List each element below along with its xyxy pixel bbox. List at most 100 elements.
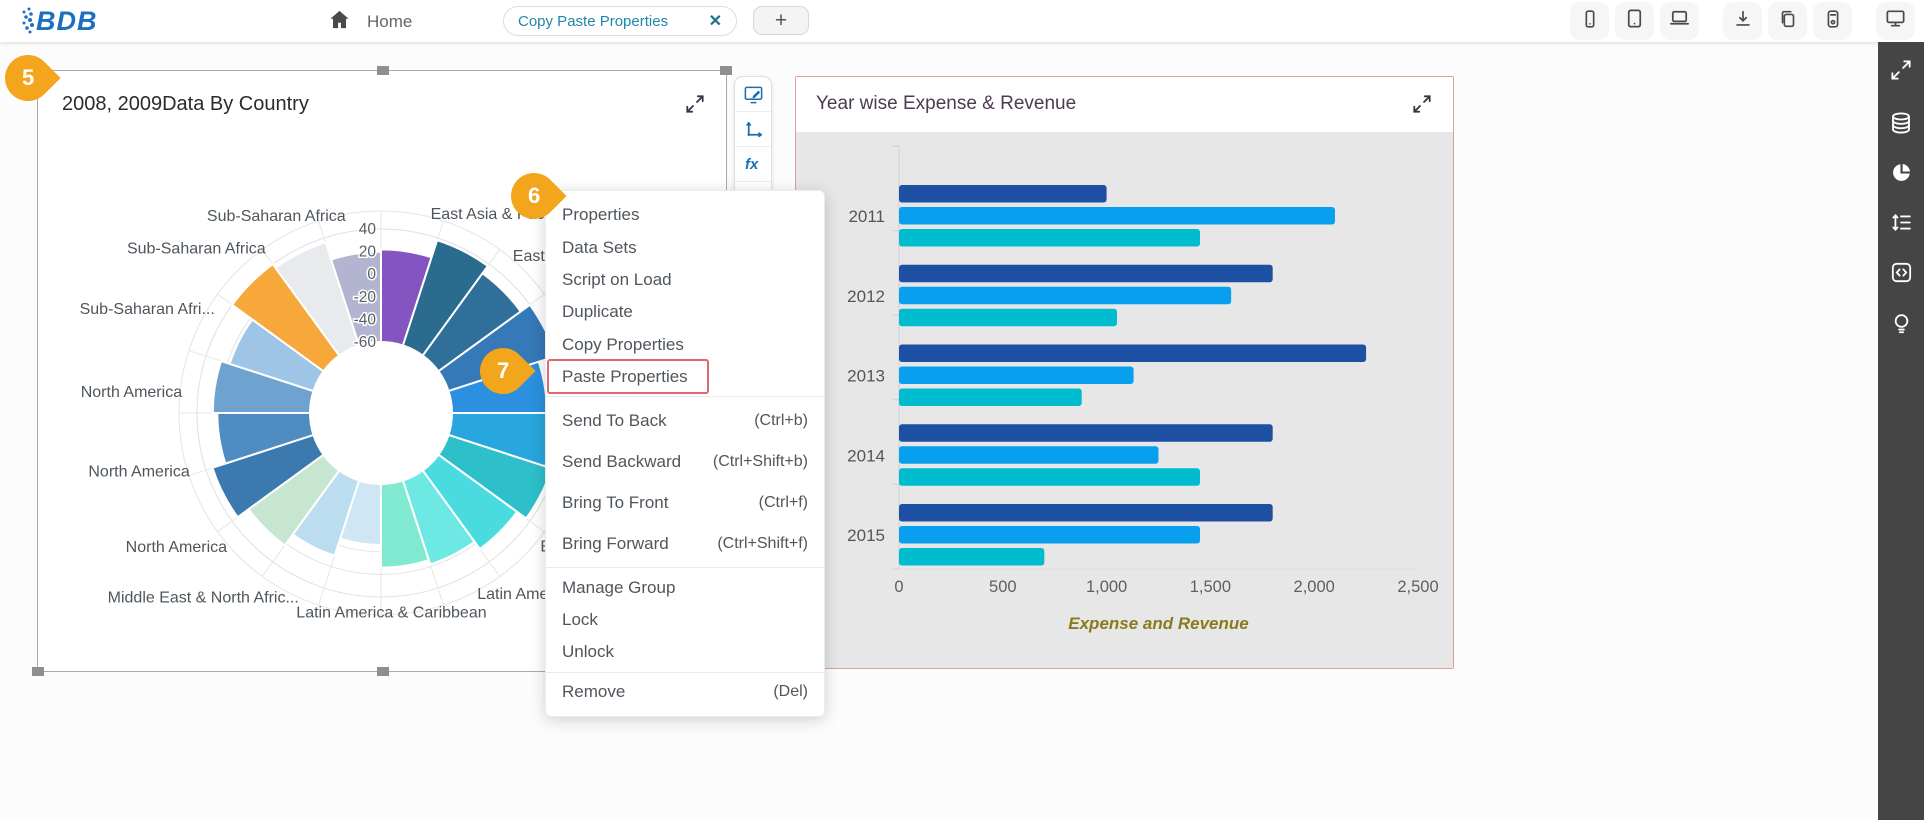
rose-sector[interactable] <box>403 470 475 564</box>
laptop-preview-button[interactable] <box>1660 2 1699 40</box>
x-axis-tick: 1,500 <box>1190 578 1231 596</box>
menu-item-label: Paste Properties <box>562 367 688 387</box>
menu-item-script-on-load[interactable]: Script on Load <box>546 264 824 296</box>
menu-item-manage-group[interactable]: Manage Group <box>546 571 824 603</box>
x-axis-tick: 0 <box>894 578 903 596</box>
rose-axis-tick: 40 <box>359 221 377 238</box>
rose-sector[interactable] <box>381 249 432 345</box>
menu-item-label: Manage Group <box>562 578 675 598</box>
x-axis-tick: 2,000 <box>1294 578 1335 596</box>
menu-item-label: Remove <box>562 682 625 702</box>
custom-script-icon[interactable] <box>1886 257 1916 287</box>
maximize-icon[interactable] <box>682 91 708 117</box>
rose-category-label: Sub-Saharan Africa <box>207 208 346 225</box>
rose-sector[interactable] <box>403 240 488 355</box>
maximize-icon[interactable] <box>1409 91 1435 117</box>
bar-2011-cyan-series[interactable] <box>899 229 1200 247</box>
menu-item-label: Send Backward <box>562 452 681 472</box>
bar-2013-dark-blue-series[interactable] <box>899 345 1366 363</box>
bar-2012-cyan-series[interactable] <box>899 309 1117 327</box>
rose-sector[interactable] <box>213 361 314 413</box>
rose-sector[interactable] <box>230 319 324 391</box>
bar-2013-cyan-series[interactable] <box>899 389 1082 407</box>
bar-2015-blue-series[interactable] <box>899 526 1200 544</box>
rose-sector[interactable] <box>293 470 359 555</box>
home-icon[interactable] <box>328 8 351 36</box>
data-source-icon[interactable] <box>1886 108 1916 138</box>
bar-2014-cyan-series[interactable] <box>899 468 1200 486</box>
laptop-preview-icon <box>1668 7 1691 35</box>
rose-category-label: Latin America & Caribbean <box>296 605 486 622</box>
tab-close-icon[interactable]: ✕ <box>709 11 722 31</box>
home-label[interactable]: Home <box>367 12 412 32</box>
menu-item-remove[interactable]: Remove(Del) <box>546 676 824 708</box>
right-toolbar <box>1878 42 1924 820</box>
menu-separator <box>546 396 824 397</box>
rose-sector[interactable] <box>217 413 313 464</box>
bar-category-label: 2015 <box>847 526 885 545</box>
add-tab-button[interactable]: + <box>753 6 809 35</box>
bar-2011-blue-series[interactable] <box>899 207 1335 225</box>
bar-2014-dark-blue-series[interactable] <box>899 424 1273 442</box>
tablet-preview-button[interactable] <box>1615 2 1654 40</box>
selection-handle[interactable] <box>720 66 732 75</box>
expand-icon[interactable] <box>1886 55 1916 85</box>
export-download-button[interactable] <box>1723 2 1762 40</box>
formula-fx-icon[interactable]: fx <box>735 147 771 182</box>
bar-2015-dark-blue-series[interactable] <box>899 504 1273 522</box>
rose-sector[interactable] <box>423 455 517 549</box>
storage-icon <box>1822 8 1844 35</box>
bar-2011-dark-blue-series[interactable] <box>899 185 1107 203</box>
tablet-preview-icon <box>1623 7 1646 35</box>
dashboard-tab[interactable]: Copy Paste Properties ✕ <box>503 6 737 36</box>
selection-handle[interactable] <box>377 667 389 676</box>
bar-2012-dark-blue-series[interactable] <box>899 265 1273 283</box>
menu-item-send-to-back[interactable]: Send To Back(Ctrl+b) <box>546 400 824 441</box>
menu-item-copy-properties[interactable]: Copy Properties <box>546 329 824 361</box>
menu-item-unlock[interactable]: Unlock <box>546 636 824 668</box>
bar-2013-blue-series[interactable] <box>899 367 1134 385</box>
selection-handle[interactable] <box>377 66 389 75</box>
menu-item-label: Lock <box>562 610 598 630</box>
mobile-preview-icon <box>1579 8 1601 35</box>
desktop-preview-button[interactable] <box>1876 2 1915 40</box>
duplicate-dashboard-icon <box>1777 8 1799 35</box>
menu-item-label: Copy Properties <box>562 335 684 355</box>
duplicate-dashboard-button[interactable] <box>1768 2 1807 40</box>
bar-2014-blue-series[interactable] <box>899 446 1159 464</box>
rose-sector[interactable] <box>381 481 429 568</box>
component-list-icon[interactable] <box>1886 207 1916 237</box>
storage-button[interactable] <box>1813 2 1852 40</box>
mobile-preview-button[interactable] <box>1570 2 1609 40</box>
bar-chart-widget[interactable]: Year wise Expense & Revenue 201120122013… <box>795 76 1454 669</box>
rose-axis-tick: 0 <box>367 266 376 283</box>
rose-sector[interactable] <box>340 481 381 545</box>
rose-sector[interactable] <box>232 264 339 371</box>
rose-sector[interactable] <box>438 435 551 519</box>
rose-sector[interactable] <box>212 435 323 517</box>
bar-2012-blue-series[interactable] <box>899 287 1231 305</box>
bdb-logo[interactable]: BDB <box>20 3 98 39</box>
rose-sector[interactable] <box>331 252 381 346</box>
menu-item-properties[interactable]: Properties <box>546 199 824 231</box>
charts-pie-icon[interactable] <box>1886 157 1916 187</box>
menu-item-bring-to-front[interactable]: Bring To Front(Ctrl+f) <box>546 482 824 523</box>
menu-item-bring-forward[interactable]: Bring Forward(Ctrl+Shift+f) <box>546 523 824 564</box>
menu-item-lock[interactable]: Lock <box>546 604 824 636</box>
x-axis-title: Expense and Revenue <box>1068 614 1248 633</box>
menu-item-send-backward[interactable]: Send Backward(Ctrl+Shift+b) <box>546 441 824 482</box>
rose-sector[interactable] <box>449 413 554 466</box>
menu-item-data-sets[interactable]: Data Sets <box>546 231 824 263</box>
rose-sector[interactable] <box>276 242 360 355</box>
rose-category-label: Middle East & North Afric... <box>108 590 299 607</box>
menu-item-duplicate[interactable]: Duplicate <box>546 296 824 328</box>
selection-handle[interactable] <box>32 667 44 676</box>
rose-sector[interactable] <box>249 455 340 546</box>
axes-settings-icon[interactable] <box>735 112 771 147</box>
menu-item-paste-properties[interactable]: Paste Properties <box>546 361 824 393</box>
design-chart-icon[interactable] <box>735 77 771 112</box>
desktop-preview-icon <box>1884 7 1907 35</box>
insights-bulb-icon[interactable] <box>1886 308 1916 338</box>
menu-item-label: Properties <box>562 205 639 225</box>
bar-2015-cyan-series[interactable] <box>899 548 1044 566</box>
